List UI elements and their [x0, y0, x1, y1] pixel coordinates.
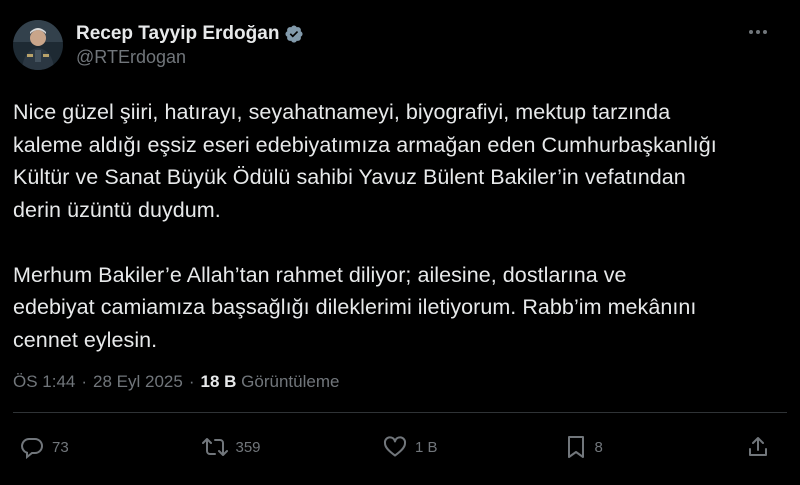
author-display-name[interactable]: Recep Tayyip Erdoğan [76, 23, 279, 45]
tweet: Recep Tayyip Erdoğan @RTErdogan Nice güz… [0, 0, 800, 485]
like-count: 1 B [415, 438, 438, 456]
avatar[interactable] [13, 20, 63, 70]
reply-button[interactable]: 73 [20, 435, 80, 459]
repost-icon [201, 435, 228, 459]
tweet-text: Nice güzel şiiri, hatırayı, seyahatnamey… [13, 100, 717, 352]
reply-icon [20, 435, 44, 459]
repost-button[interactable]: 359 [201, 435, 262, 459]
name-row: Recep Tayyip Erdoğan [76, 23, 304, 45]
bookmark-button[interactable]: 8 [565, 435, 625, 459]
tweet-header: Recep Tayyip Erdoğan @RTErdogan [13, 12, 787, 78]
verified-badge-icon[interactable] [284, 24, 304, 44]
views-count: 18 B [200, 372, 237, 391]
bookmark-icon [565, 435, 587, 459]
like-button[interactable]: 1 B [383, 435, 443, 459]
author-info: Recep Tayyip Erdoğan @RTErdogan [76, 23, 304, 68]
author-handle[interactable]: @RTErdogan [76, 47, 304, 68]
heart-icon [383, 435, 407, 459]
action-bar: 73 359 1 B 8 [20, 432, 770, 462]
tweet-meta: ÖS 1:44 · 28 Eyl 2025 · 18 B Görüntüleme [13, 372, 787, 392]
more-icon[interactable] [744, 22, 772, 42]
share-button[interactable] [746, 435, 770, 459]
repost-count: 359 [235, 438, 261, 456]
tweet-date[interactable]: 28 Eyl 2025 [93, 372, 183, 392]
meta-separator: · [188, 372, 195, 391]
views-label: Görüntüleme [241, 372, 340, 391]
reply-count: 73 [52, 438, 69, 456]
share-icon [746, 435, 770, 459]
bookmark-count: 8 [594, 438, 603, 456]
tweet-time[interactable]: ÖS 1:44 [13, 372, 75, 392]
divider [13, 412, 787, 413]
meta-separator: · [81, 372, 88, 391]
